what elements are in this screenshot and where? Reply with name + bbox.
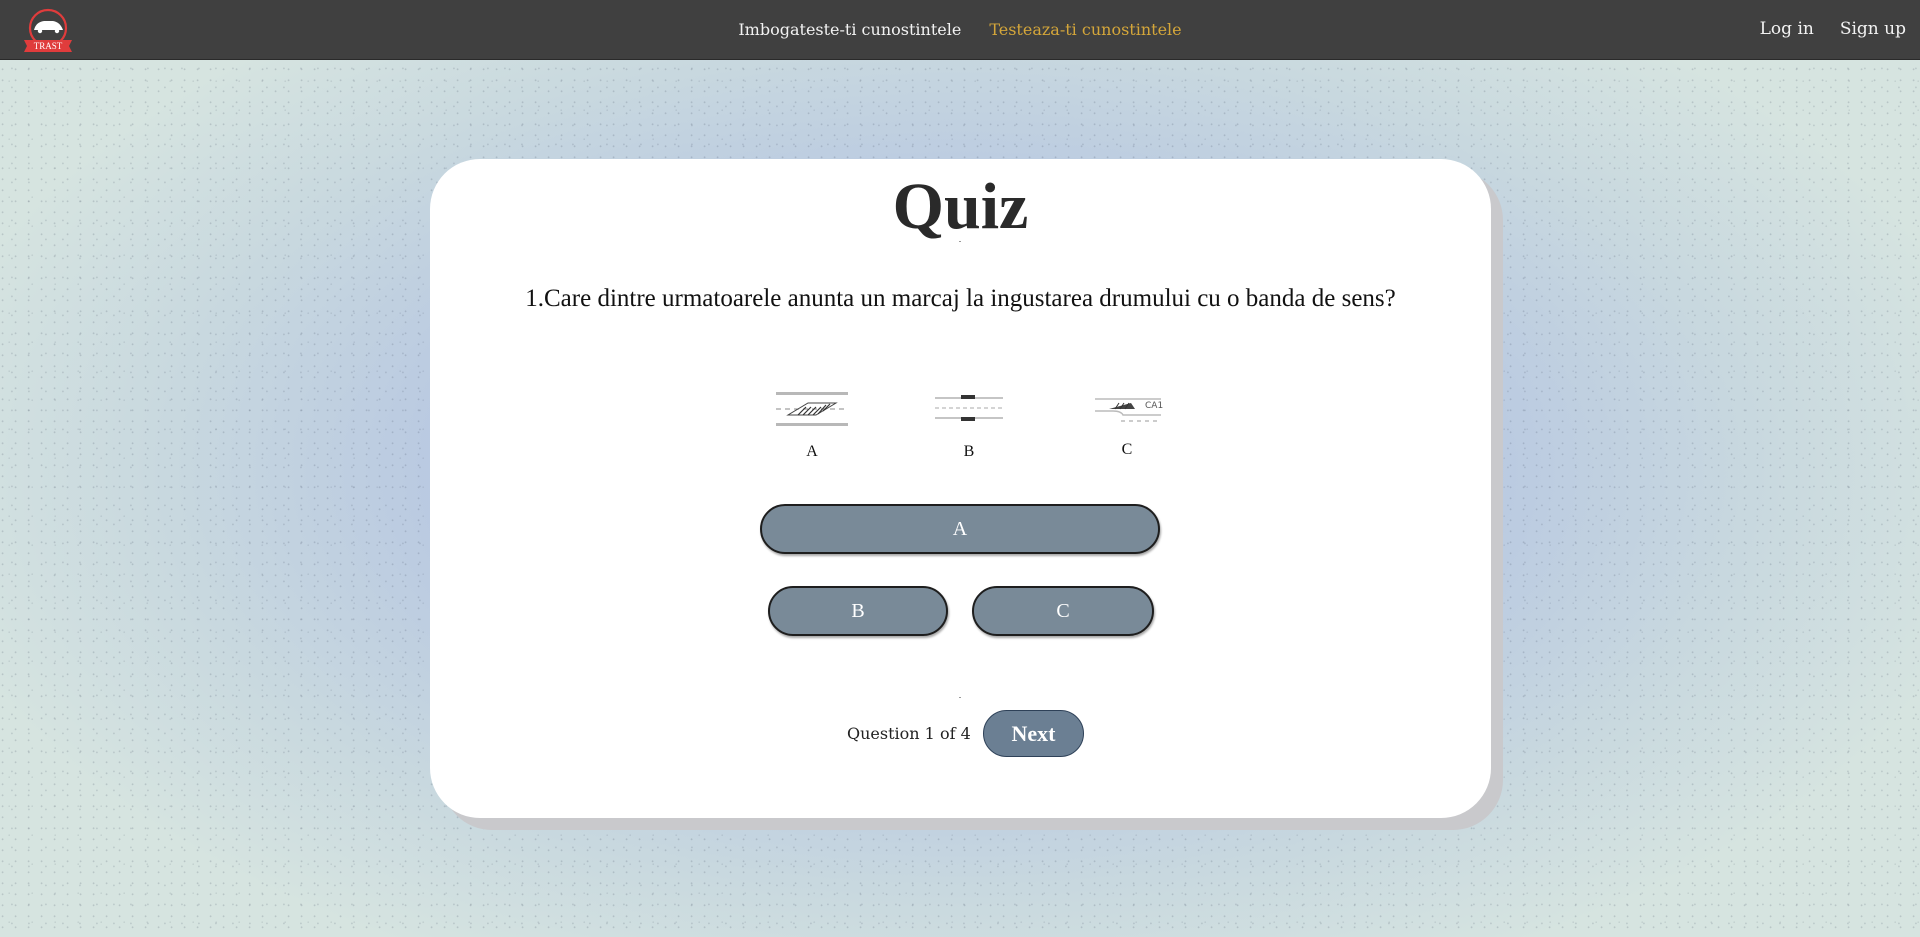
road-marking-a-icon [772, 389, 852, 429]
navbar: TRAST Imbogateste-ti cunostintele Testea… [0, 0, 1920, 60]
answer-button-b[interactable]: B [768, 586, 948, 636]
option-label-a: A [806, 443, 818, 460]
road-marking-b-icon [929, 389, 1009, 429]
trast-logo[interactable]: TRAST [22, 8, 76, 52]
login-link[interactable]: Log in [1760, 19, 1814, 39]
signup-link[interactable]: Sign up [1840, 19, 1906, 39]
nav-link-test[interactable]: Testeaza-ti cunostintele [989, 20, 1181, 39]
auth-links: Log in Sign up [1760, 0, 1906, 60]
nav-link-learn[interactable]: Imbogateste-ti cunostintele [738, 20, 961, 39]
option-image-c: CA1 C [1087, 387, 1167, 459]
question-text: 1.Care dintre urmatoarele anunta un marc… [525, 285, 1396, 312]
option-label-c: C [1121, 441, 1133, 458]
option-image-a: A [772, 389, 852, 461]
answer-button-c[interactable]: C [972, 586, 1154, 636]
quiz-footer: Question 1 of 4 Next [430, 710, 1491, 758]
next-button[interactable]: Next [983, 710, 1084, 757]
svg-text:CA1: CA1 [1145, 401, 1163, 411]
separator-dot [959, 697, 961, 698]
logo-text: TRAST [34, 41, 63, 51]
nav-links: Imbogateste-ti cunostintele Testeaza-ti … [0, 0, 1920, 60]
separator-dot [959, 241, 961, 242]
answer-button-a[interactable]: A [760, 504, 1160, 554]
quiz-card: Quiz 1.Care dintre urmatoarele anunta un… [430, 159, 1491, 818]
question-counter: Question 1 of 4 [847, 724, 971, 743]
option-label-b: B [963, 443, 975, 460]
quiz-title: Quiz [892, 170, 1029, 243]
road-marking-c-icon: CA1 [1087, 387, 1167, 427]
option-image-b: B [929, 389, 1009, 461]
